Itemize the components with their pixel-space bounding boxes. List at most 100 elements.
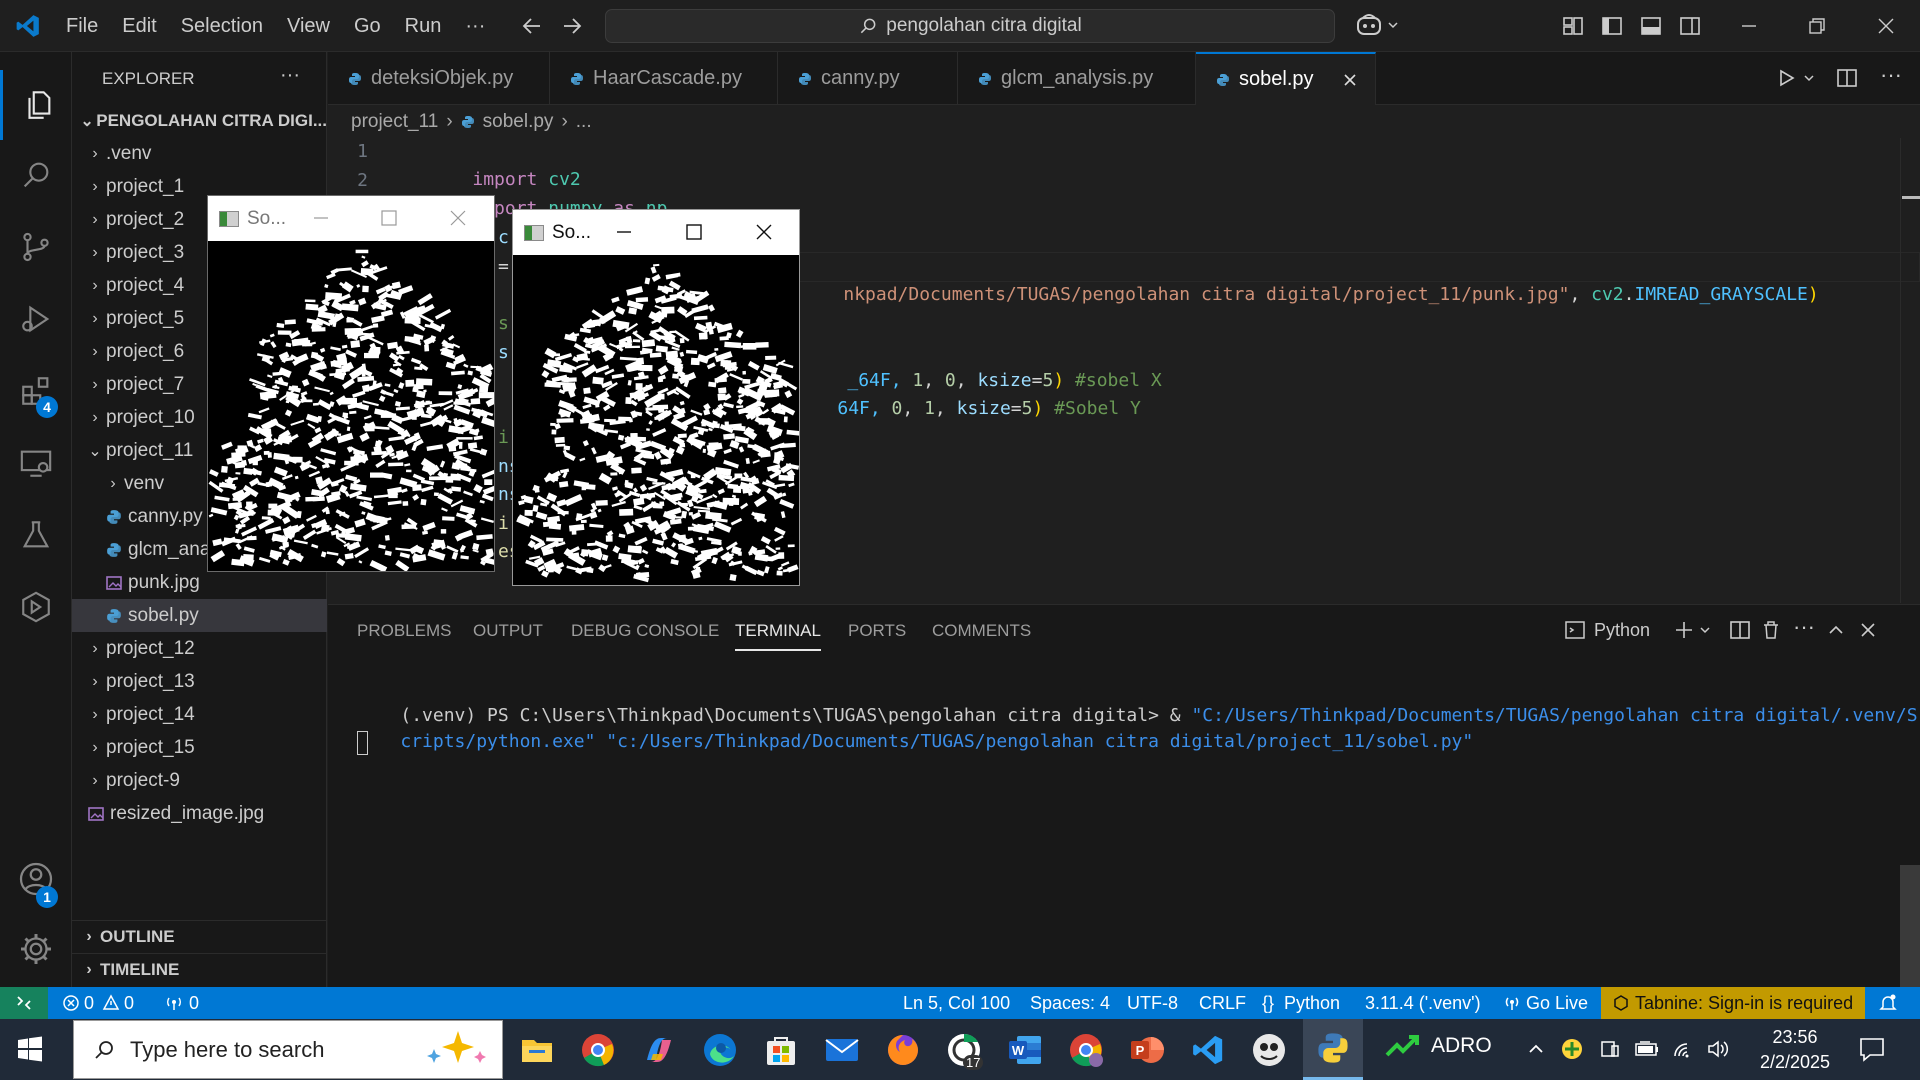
indentation[interactable]: Spaces: 4 — [1030, 987, 1110, 1019]
window-titlebar[interactable]: So... — [208, 196, 494, 241]
tree-item[interactable]: sobel.py — [72, 599, 327, 632]
tree-item[interactable]: › project_14 — [72, 698, 327, 731]
file-explorer-icon[interactable] — [514, 1027, 560, 1073]
mail-icon[interactable] — [819, 1027, 865, 1073]
notification-center-icon[interactable] — [1858, 1036, 1886, 1062]
copilot-icon[interactable] — [1355, 12, 1399, 38]
maximize-icon[interactable] — [685, 223, 703, 241]
breadcrumb-folder[interactable]: project_11 — [351, 111, 438, 133]
panel-more-icon[interactable]: ··· — [1793, 614, 1815, 640]
menu-view[interactable]: View — [275, 0, 342, 52]
chrome-icon[interactable] — [575, 1027, 621, 1073]
tray-phone-icon[interactable] — [1599, 1038, 1621, 1060]
tree-item[interactable]: › project_12 — [72, 632, 327, 665]
explorer-more-button[interactable]: ··· — [280, 64, 300, 87]
close-window-icon[interactable] — [1875, 15, 1897, 37]
tree-item[interactable]: › project-9 — [72, 764, 327, 797]
end-of-line[interactable]: CRLF — [1199, 987, 1246, 1019]
settings-gear-icon[interactable] — [0, 914, 72, 984]
panel-tab-problems[interactable]: PROBLEMS — [357, 605, 451, 657]
split-editor-icon[interactable] — [1836, 67, 1858, 89]
toggle-panel-icon[interactable] — [1640, 15, 1662, 37]
remote-indicator[interactable] — [0, 987, 48, 1019]
show-hidden-icons[interactable] — [1526, 1039, 1546, 1059]
go-live-button[interactable]: Go Live — [1503, 987, 1588, 1019]
menu-more[interactable]: ··· — [453, 0, 497, 52]
toggle-secondary-sidebar-icon[interactable] — [1679, 15, 1701, 37]
encoding[interactable]: UTF-8 — [1127, 987, 1178, 1019]
menu-go[interactable]: Go — [342, 0, 393, 52]
back-arrow-icon[interactable] — [520, 14, 544, 38]
editor-scrollbar[interactable] — [1900, 138, 1920, 603]
tab-deteksiobjek[interactable]: deteksiObjek.py — [328, 52, 550, 105]
tab-canny[interactable]: canny.py — [778, 52, 958, 105]
workspace-root[interactable]: ⌄ PENGOLAHAN CITRA DIGI... — [72, 104, 327, 137]
copilot-app-icon[interactable] — [636, 1027, 682, 1073]
minimize-icon[interactable] — [1738, 15, 1760, 37]
containers-icon[interactable] — [0, 572, 72, 642]
wifi-icon[interactable] — [1673, 1038, 1697, 1060]
extensions-icon[interactable]: 4 — [0, 356, 72, 426]
minimize-icon[interactable] — [312, 209, 330, 227]
command-center-search[interactable]: pengolahan citra digital — [605, 9, 1335, 43]
powerpoint-icon[interactable]: P — [1124, 1027, 1170, 1073]
battery-icon[interactable] — [1634, 1038, 1660, 1060]
forward-arrow-icon[interactable] — [560, 14, 584, 38]
tree-item[interactable]: resized_image.jpg — [72, 797, 327, 830]
menu-selection[interactable]: Selection — [169, 0, 275, 52]
cursor-position[interactable]: Ln 5, Col 100 — [903, 987, 1010, 1019]
close-tab-icon[interactable] — [1341, 71, 1359, 89]
taskbar-search-box[interactable]: Type here to search — [73, 1020, 503, 1079]
tree-item[interactable]: › .venv — [72, 137, 327, 170]
search-view-icon[interactable] — [0, 140, 72, 210]
game-app-icon[interactable] — [1246, 1027, 1292, 1073]
tree-item[interactable]: › project_15 — [72, 731, 327, 764]
word-icon[interactable]: W — [1002, 1027, 1048, 1073]
breadcrumb-file[interactable]: sobel.py — [483, 111, 554, 133]
source-control-icon[interactable] — [0, 212, 72, 282]
tab-sobel[interactable]: sobel.py — [1196, 52, 1376, 105]
stock-widget[interactable]: ADRO — [1385, 1033, 1492, 1059]
ports-indicator[interactable]: 0 — [165, 987, 199, 1019]
accounts-icon[interactable]: 1 — [0, 844, 72, 914]
trash-icon[interactable] — [1760, 619, 1782, 641]
menu-run[interactable]: Run — [393, 0, 454, 52]
timeline-section[interactable]: › TIMELINE — [72, 953, 327, 986]
menu-file[interactable]: File — [54, 0, 110, 52]
python-taskbar-icon[interactable] — [1303, 1019, 1363, 1080]
volume-icon[interactable] — [1706, 1038, 1730, 1060]
close-icon[interactable] — [755, 223, 773, 241]
problems-indicator[interactable]: 0 0 — [62, 987, 134, 1019]
panel-tab-comments[interactable]: COMMENTS — [932, 605, 1031, 657]
edge-icon[interactable] — [697, 1027, 743, 1073]
chrome-profile-icon[interactable] — [1063, 1027, 1109, 1073]
minimize-icon[interactable] — [615, 223, 633, 241]
panel-tab-debug-console[interactable]: DEBUG CONSOLE — [571, 605, 719, 657]
editor-more-icon[interactable]: ··· — [1880, 62, 1902, 88]
sobel-window-1[interactable]: So... — [207, 195, 495, 572]
python-interpreter[interactable]: 3.11.4 ('.venv') — [1365, 987, 1481, 1019]
panel-tab-output[interactable]: OUTPUT — [473, 605, 543, 657]
outline-section[interactable]: › OUTLINE — [72, 920, 327, 953]
terminal-profile[interactable]: Python — [1564, 619, 1650, 641]
sobel-window-2[interactable]: So... — [512, 209, 800, 586]
new-terminal-icon[interactable] — [1673, 619, 1711, 641]
split-terminal-icon[interactable] — [1729, 619, 1751, 641]
terminal-scrollbar[interactable] — [1900, 865, 1920, 988]
run-debug-icon[interactable] — [0, 284, 72, 354]
notifications-bell-icon[interactable] — [1878, 987, 1898, 1019]
tab-haarcascade[interactable]: HaarCascade.py — [550, 52, 778, 105]
customize-layout-icon[interactable] — [1562, 15, 1584, 37]
panel-tab-terminal[interactable]: TERMINAL — [735, 605, 821, 651]
chrome-badge-icon[interactable]: 17 — [941, 1027, 987, 1073]
tabnine-status[interactable]: Tabnine: Sign-in is required — [1601, 987, 1866, 1019]
breadcrumb-symbol[interactable]: ... — [576, 111, 592, 133]
clock[interactable]: 23:56 2/2/2025 — [1735, 1025, 1855, 1075]
toggle-sidebar-icon[interactable] — [1601, 15, 1623, 37]
maximize-icon[interactable] — [380, 209, 398, 227]
window-titlebar[interactable]: So... — [513, 210, 799, 255]
explorer-icon[interactable] — [0, 70, 72, 140]
menu-edit[interactable]: Edit — [110, 0, 168, 52]
panel-tab-ports[interactable]: PORTS — [848, 605, 906, 657]
restore-icon[interactable] — [1806, 15, 1828, 37]
